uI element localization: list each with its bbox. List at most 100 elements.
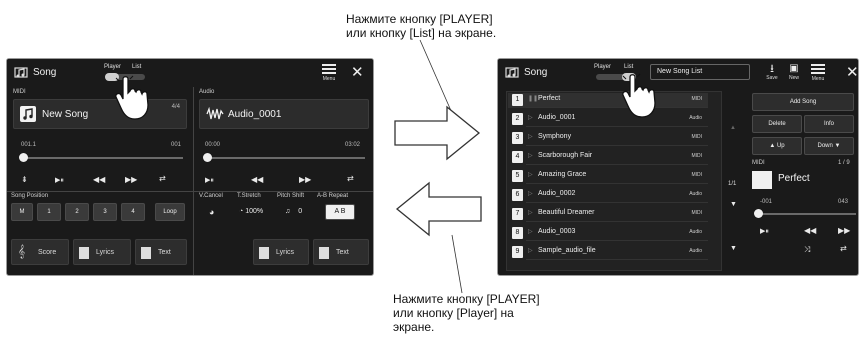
song-list-item[interactable]: 7 ▷ Beautiful Dreamer MIDI <box>508 207 708 222</box>
leader-line-bottom <box>451 234 463 294</box>
song-list-name-field[interactable]: New Song List <box>650 64 750 80</box>
audio-lyrics-button[interactable]: Lyrics <box>253 239 309 265</box>
midi-lyrics-label: Lyrics <box>96 249 115 256</box>
app-title: Song <box>33 67 57 78</box>
song-list-item[interactable]: 6 ▷ Audio_0002 Audio <box>508 188 708 203</box>
midi-progress-thumb[interactable] <box>19 153 28 162</box>
midi-song-card[interactable]: New Song 4/4 <box>13 99 187 129</box>
list-total: 043 <box>838 199 849 205</box>
row-separator <box>526 183 708 184</box>
audio-progress-thumb[interactable] <box>203 153 212 162</box>
list-progress-track[interactable] <box>756 213 856 215</box>
audio-rewind-icon[interactable]: ◀◀ <box>251 175 263 184</box>
up-button[interactable]: ▲ Up <box>752 137 802 155</box>
score-button[interactable]: 𝄞 Score <box>11 239 69 265</box>
song-title: Audio_0002 <box>538 190 576 197</box>
down-button[interactable]: Down ▼ <box>804 137 854 155</box>
rewind-icon[interactable]: ◀◀ <box>93 175 105 184</box>
song-list-item[interactable]: 1 ❚❚ Perfect MIDI <box>508 93 708 108</box>
audio-fast-forward-icon[interactable]: ▶▶ <box>299 175 311 184</box>
down-label: Down <box>817 143 833 149</box>
vcancel-icon[interactable]: ◕ <box>209 207 214 217</box>
repeat-icon[interactable]: ⇄ <box>159 174 166 183</box>
position-button-m[interactable]: M <box>11 203 33 221</box>
song-list-item[interactable]: 4 ▷ Scarborough Fair MIDI <box>508 150 708 165</box>
song-list-item[interactable]: 9 ▷ Sample_audio_file Audio <box>508 245 708 260</box>
new-button[interactable]: ▣ New <box>782 63 806 85</box>
play-icon: ▷ <box>528 115 533 121</box>
save-icon: ⭳ <box>770 63 774 75</box>
list-repeat-icon[interactable]: ⇄ <box>840 244 847 253</box>
song-number: 4 <box>512 151 523 163</box>
list-play-pause-icon[interactable]: ▶⏸ <box>760 227 769 236</box>
ab-repeat-button[interactable]: A B <box>325 204 355 220</box>
midi-progress-track[interactable] <box>21 157 183 159</box>
row-separator <box>526 145 708 146</box>
pitch-control[interactable]: ♫ 0 <box>285 208 302 215</box>
song-list-item[interactable]: 2 ▷ Audio_0001 Audio <box>508 112 708 127</box>
audio-song-card[interactable]: Audio_0001 <box>199 99 369 129</box>
callout-top: Нажмите кнопку [PLAYER] или кнопку [List… <box>346 12 496 40</box>
save-button[interactable]: ⭳ Save <box>760 63 784 85</box>
audio-play-pause-icon[interactable]: ▶⏸ <box>205 176 214 185</box>
close-button[interactable]: ✕ <box>351 63 364 81</box>
list-midi-label: MIDI <box>752 160 765 166</box>
song-type: Audio <box>689 191 702 197</box>
list-fast-forward-icon[interactable]: ▶▶ <box>838 226 850 235</box>
pitch-value: 0 <box>298 208 303 215</box>
list-close-button[interactable]: ✕ <box>846 63 858 81</box>
audio-time: 00:00 <box>205 142 221 148</box>
play-pause-icon[interactable]: ▶⏸ <box>55 176 64 185</box>
audio-lyrics-label: Lyrics <box>276 249 295 256</box>
position-button-1[interactable]: 1 <box>37 203 61 221</box>
audio-lyrics-icon <box>259 247 269 259</box>
pointing-hand-icon <box>115 75 149 120</box>
audio-text-button[interactable]: Text <box>313 239 369 265</box>
audio-progress-track[interactable] <box>205 157 365 159</box>
save-label: Save <box>766 75 778 81</box>
play-icon: ▷ <box>528 172 533 178</box>
audio-song-name: Audio_0001 <box>228 109 282 120</box>
scroll-bottom-icon[interactable]: ▼ <box>730 245 737 252</box>
leader-line-top <box>419 39 453 114</box>
song-type: MIDI <box>691 134 702 140</box>
song-list-item[interactable]: 3 ▷ Symphony MIDI <box>508 131 708 146</box>
add-song-button[interactable]: Add Song <box>752 93 854 111</box>
pitch-icon: ♫ <box>285 208 291 215</box>
song-number: 2 <box>512 113 523 125</box>
delete-button[interactable]: Delete <box>752 115 802 133</box>
menu-button[interactable]: Menu <box>317 63 341 85</box>
list-rewind-icon[interactable]: ◀◀ <box>804 226 816 235</box>
list-position: -001 <box>760 199 773 205</box>
audio-label: Audio <box>199 89 215 95</box>
audio-repeat-icon[interactable]: ⇄ <box>347 174 354 183</box>
song-list-item[interactable]: 8 ▷ Audio_0003 Audio <box>508 226 708 241</box>
song-list-item[interactable]: 5 ▷ Amazing Grace MIDI <box>508 169 708 184</box>
ab-repeat-label: A-B Repeat <box>317 193 349 199</box>
play-icon: ▷ <box>528 191 533 197</box>
callout-bottom-line2: или кнопку [Player] на <box>393 306 514 320</box>
list-menu-button[interactable]: Menu <box>806 63 830 85</box>
metronome-icon[interactable]: ⇟ <box>21 175 28 184</box>
midi-text-button[interactable]: Text <box>135 239 187 265</box>
fast-forward-icon[interactable]: ▶▶ <box>125 175 137 184</box>
position-button-3[interactable]: 3 <box>93 203 117 221</box>
audio-wave-icon <box>206 107 224 120</box>
song-type: Audio <box>689 229 702 235</box>
info-button[interactable]: Info <box>804 115 854 133</box>
audio-total: 03:02 <box>345 142 361 148</box>
song-number: 1 <box>512 94 523 106</box>
song-icon <box>14 67 28 78</box>
loop-button[interactable]: Loop <box>155 203 185 221</box>
midi-lyrics-button[interactable]: Lyrics <box>73 239 131 265</box>
now-playing-title: Perfect <box>778 173 810 184</box>
callout-top-line1: Нажмите кнопку [PLAYER] <box>346 12 493 26</box>
new-icon: ▣ <box>789 63 799 74</box>
position-button-4[interactable]: 4 <box>121 203 145 221</box>
position-button-2[interactable]: 2 <box>65 203 89 221</box>
shuffle-icon[interactable]: ⤨ <box>804 245 810 255</box>
list-progress-thumb[interactable] <box>754 209 763 218</box>
scroll-down-icon[interactable]: ▼ <box>730 201 737 208</box>
scroll-up-icon[interactable]: ▲ <box>730 125 736 131</box>
tstretch-control[interactable]: ◔ 100% <box>239 208 263 215</box>
